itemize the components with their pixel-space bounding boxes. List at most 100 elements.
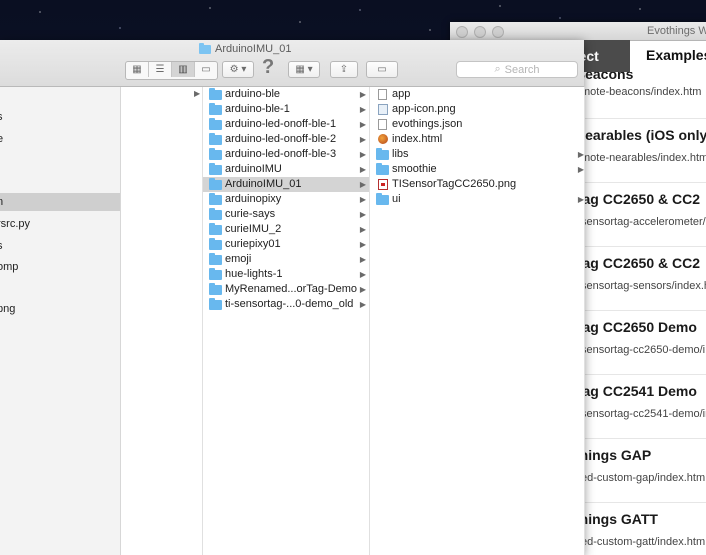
sidebar-item[interactable]: rsrc.py xyxy=(0,215,120,233)
example-item[interactable]: Nearables (iOS only mote-nearables/index… xyxy=(581,119,706,183)
document-icon xyxy=(376,119,387,130)
sidebar-item[interactable]: png xyxy=(0,300,120,318)
search-placeholder: Search xyxy=(504,63,540,76)
item-label: arduino-led-onoff-ble-2 xyxy=(225,133,337,145)
arrange-button[interactable]: ▦ ▾ xyxy=(288,61,320,78)
item-label: smoothie xyxy=(392,163,437,175)
folder-icon xyxy=(209,118,222,130)
list-item[interactable]: arduino-ble ▶ xyxy=(203,87,369,102)
view-mode-selector: ▦ ☰ ▥ ▭ xyxy=(125,61,218,80)
list-item[interactable]: evothings.json xyxy=(370,117,584,132)
share-button[interactable]: ⇪ xyxy=(330,61,358,78)
list-item-selected[interactable]: ArduinoIMU_01 ▶ xyxy=(203,177,369,192)
finder-toolbar: ArduinoIMU_01 ▦ ☰ ▥ ▭ ⚙ ▾ ? ▦ ▾ ⇪ ▭ ⌕ Se… xyxy=(0,40,584,87)
sidebar-item[interactable]: omp xyxy=(0,258,120,276)
cover-flow-icon[interactable]: ▭ xyxy=(195,62,217,77)
share-icon: ⇪ xyxy=(339,64,349,75)
example-item[interactable]: Tag CC2650 & CC2 sensortag-sensors/index… xyxy=(581,247,706,311)
list-item[interactable]: ti-sensortag-...0-demo_old ▶ xyxy=(203,297,369,312)
folder-icon xyxy=(209,103,222,115)
sidebar-item[interactable]: s xyxy=(0,237,120,255)
item-label: libs xyxy=(392,148,409,160)
zoom-window-button[interactable] xyxy=(492,26,504,38)
search-field[interactable]: ⌕ Search xyxy=(456,61,578,78)
tab-examples[interactable]: Examples xyxy=(646,47,706,63)
list-item[interactable]: arduino-led-onoff-ble-3 ▶ xyxy=(203,147,369,162)
item-label: curie-says xyxy=(225,208,276,220)
folder-icon xyxy=(209,208,222,220)
item-label: app xyxy=(392,88,411,100)
list-item[interactable]: arduinoIMU ▶ xyxy=(203,162,369,177)
list-item[interactable]: app xyxy=(370,87,584,102)
example-title: Tag CC2650 Demo xyxy=(580,319,697,335)
list-item[interactable]: curieIMU_2 ▶ xyxy=(203,222,369,237)
tags-button[interactable]: ▭ xyxy=(366,61,398,78)
example-title: Nearables (iOS only xyxy=(580,127,706,143)
list-item[interactable]: arduino-ble-1 ▶ xyxy=(203,102,369,117)
chevron-right-icon: ▶ xyxy=(577,195,584,204)
list-item[interactable]: ui ▶ xyxy=(370,192,584,207)
chevron-right-icon: ▶ xyxy=(359,255,366,264)
list-item[interactable]: app-icon.png xyxy=(370,102,584,117)
sidebar-item-selected[interactable]: n xyxy=(0,193,120,211)
item-label: app-icon.png xyxy=(392,103,456,115)
evothings-titlebar[interactable]: Evothings W xyxy=(450,22,706,41)
folder-icon xyxy=(209,148,222,160)
sidebar-item[interactable]: s xyxy=(0,108,120,126)
example-title: Beacons xyxy=(580,72,634,82)
list-item[interactable]: smoothie ▶ xyxy=(370,162,584,177)
finder-sidebar: s e n rsrc.py s omp png xyxy=(0,87,121,555)
list-item[interactable]: hue-lights-1 ▶ xyxy=(203,267,369,282)
action-gear-button[interactable]: ⚙ ▾ xyxy=(222,61,254,78)
chevron-right-icon: ▶ xyxy=(359,285,366,294)
sidebar-item-label: rsrc.py xyxy=(0,218,30,230)
item-label: curiepixy01 xyxy=(225,238,281,250)
list-view-icon[interactable]: ☰ xyxy=(149,62,172,77)
column-view-icon[interactable]: ▥ xyxy=(172,62,195,77)
sidebar-item[interactable]: e xyxy=(0,130,120,148)
folder-icon xyxy=(209,163,222,175)
finder-window: ArduinoIMU_01 ▦ ☰ ▥ ▭ ⚙ ▾ ? ▦ ▾ ⇪ ▭ ⌕ Se… xyxy=(0,40,585,555)
list-item[interactable]: arduinopixy ▶ xyxy=(203,192,369,207)
list-item[interactable]: TISensorTagCC2650.png xyxy=(370,177,584,192)
list-item[interactable]: index.html xyxy=(370,132,584,147)
example-item[interactable]: things GAP ed-custom-gap/index.htm xyxy=(581,439,706,503)
folder-icon xyxy=(209,193,222,205)
minimize-window-button[interactable] xyxy=(474,26,486,38)
sidebar-item-label: s xyxy=(0,237,3,255)
example-item[interactable]: Beacons mote-beacons/index.htm xyxy=(581,72,706,119)
example-path: ed-custom-gatt/index.htm xyxy=(581,536,706,548)
item-label: emoji xyxy=(225,253,252,265)
list-item[interactable]: MyRenamed...orTag-Demo ▶ xyxy=(203,282,369,297)
example-item[interactable]: Tag CC2650 & CC2 sensortag-accelerometer… xyxy=(581,183,706,247)
example-item[interactable]: things GATT ed-custom-gatt/index.htm xyxy=(581,503,706,555)
chevron-right-icon: ▶ xyxy=(359,195,366,204)
list-item[interactable]: curie-says ▶ xyxy=(203,207,369,222)
chevron-right-icon: ▶ xyxy=(359,180,366,189)
close-window-button[interactable] xyxy=(456,26,468,38)
item-label: TISensorTagCC2650.png xyxy=(392,178,517,190)
list-item[interactable]: arduino-led-onoff-ble-1 ▶ xyxy=(203,117,369,132)
tag-icon: ▭ xyxy=(377,64,387,75)
document-icon xyxy=(376,89,387,100)
list-item[interactable]: emoji ▶ xyxy=(203,252,369,267)
example-title: things GATT xyxy=(580,511,658,527)
folder-icon xyxy=(209,283,222,295)
tab-connect[interactable]: nect xyxy=(570,40,630,72)
list-item[interactable]: arduino-led-onoff-ble-2 ▶ xyxy=(203,132,369,147)
chevron-right-icon: ▶ xyxy=(359,270,366,279)
example-path: mote-beacons/index.htm xyxy=(581,86,702,98)
list-item[interactable]: libs ▶ xyxy=(370,147,584,162)
folder-icon xyxy=(209,178,222,190)
item-label: arduinopixy xyxy=(225,193,282,205)
example-item[interactable]: Tag CC2650 Demo sensortag-cc2650-demo/i xyxy=(581,311,706,375)
list-item[interactable]: curiepixy01 ▶ xyxy=(203,237,369,252)
sidebar-item-label: omp xyxy=(0,261,19,273)
item-label: arduino-ble-1 xyxy=(225,103,290,115)
icon-view-icon[interactable]: ▦ xyxy=(126,62,149,77)
folder-icon xyxy=(209,268,222,280)
chevron-right-icon: ▶ xyxy=(359,240,366,249)
example-item[interactable]: Tag CC2541 Demo sensortag-cc2541-demo/in xyxy=(581,375,706,439)
help-icon[interactable]: ? xyxy=(262,56,274,79)
folder-title-label: ArduinoIMU_01 xyxy=(215,43,292,55)
